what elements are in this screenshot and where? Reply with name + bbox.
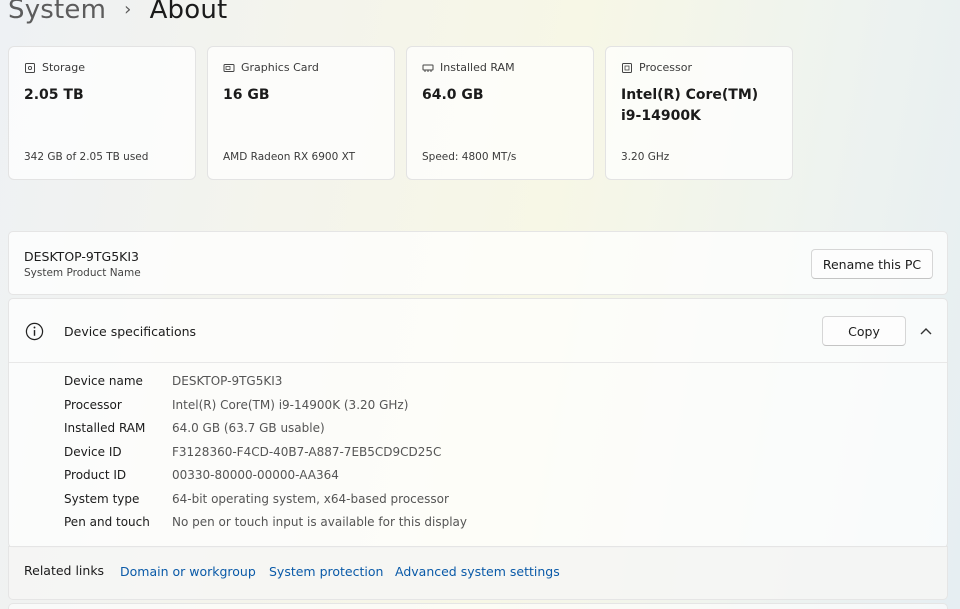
spec-key: Device ID [64, 445, 122, 459]
copy-button[interactable]: Copy [822, 316, 906, 346]
specs-title: Device specifications [64, 324, 197, 339]
next-panel-edge [8, 603, 948, 609]
spec-row: Device name DESKTOP-9TG5KI3 [64, 374, 282, 388]
spec-value: Intel(R) Core(TM) i9-14900K (3.20 GHz) [172, 398, 409, 412]
storage-value: 2.05 TB [24, 87, 84, 103]
processor-sub: 3.20 GHz [621, 151, 670, 163]
graphics-card-sub: AMD Radeon RX 6900 XT [223, 151, 356, 163]
spec-row: Product ID 00330-80000-00000-AA364 [64, 468, 339, 482]
device-specifications-panel: Device specifications Copy Device name D… [8, 298, 948, 548]
pc-subtitle: System Product Name [24, 267, 141, 279]
ram-icon [422, 64, 434, 72]
pc-name-panel: DESKTOP-9TG5KI3 System Product Name Rena… [8, 231, 948, 295]
storage-icon [25, 62, 35, 73]
chevron-up-icon[interactable] [919, 326, 933, 336]
spec-value: No pen or touch input is available for t… [172, 515, 468, 529]
domain-workgroup-link[interactable]: Domain or workgroup [120, 564, 256, 579]
spec-key: Processor [64, 398, 122, 412]
info-icon [25, 322, 44, 341]
spec-value: F3128360-F4CD-40B7-A887-7EB5CD9CD25C [172, 445, 442, 459]
spec-value: 64-bit operating system, x64-based proce… [172, 492, 449, 506]
advanced-system-settings-link[interactable]: Advanced system settings [395, 564, 560, 579]
spec-row: Installed RAM 64.0 GB (63.7 GB usable) [64, 421, 325, 435]
processor-icon [622, 62, 632, 73]
spec-key: Product ID [64, 468, 127, 482]
spec-key: Device name [64, 374, 143, 388]
storage-label: Storage [42, 61, 86, 74]
related-links-label: Related links [24, 563, 105, 578]
processor-value: Intel(R) Core(TM) i9-14900K [621, 85, 758, 127]
page-title: About [149, 0, 228, 25]
rename-pc-button[interactable]: Rename this PC [811, 249, 933, 279]
spec-row: Pen and touch No pen or touch input is a… [64, 515, 467, 529]
graphics-card-card[interactable]: Graphics Card 16 GB AMD Radeon RX 6900 X… [207, 46, 395, 180]
graphics-card-value: 16 GB [223, 87, 270, 103]
spec-key: Installed RAM [64, 421, 146, 435]
ram-card[interactable]: Installed RAM 64.0 GB Speed: 4800 MT/s [406, 46, 594, 180]
related-links-panel: Related links Domain or workgroup System… [8, 546, 948, 600]
spec-key: System type [64, 492, 140, 506]
pc-name: DESKTOP-9TG5KI3 [24, 249, 139, 264]
breadcrumb-parent[interactable]: System [8, 0, 106, 25]
spec-row: Processor Intel(R) Core(TM) i9-14900K (3… [64, 398, 408, 412]
ram-value: 64.0 GB [422, 87, 484, 103]
spec-value: DESKTOP-9TG5KI3 [172, 374, 283, 388]
ram-label: Installed RAM [440, 61, 515, 74]
spec-row: System type 64-bit operating system, x64… [64, 492, 449, 506]
processor-card[interactable]: Processor Intel(R) Core(TM) i9-14900K 3.… [605, 46, 793, 180]
chevron-right-icon: › [124, 0, 132, 20]
spec-key: Pen and touch [64, 515, 150, 529]
processor-value-line2: i9-14900K [621, 108, 701, 124]
spec-value: 00330-80000-00000-AA364 [172, 468, 339, 482]
processor-value-line1: Intel(R) Core(TM) [621, 87, 759, 103]
ram-sub: Speed: 4800 MT/s [422, 151, 517, 163]
graphics-card-label: Graphics Card [241, 61, 319, 74]
system-protection-link[interactable]: System protection [269, 564, 383, 579]
spec-value: 64.0 GB (63.7 GB usable) [172, 421, 325, 435]
spec-row: Device ID F3128360-F4CD-40B7-A887-7EB5CD… [64, 445, 441, 459]
storage-card[interactable]: Storage 2.05 TB 342 GB of 2.05 TB used [8, 46, 196, 180]
graphics-card-icon [223, 63, 235, 72]
breadcrumb: System › About [8, 0, 227, 30]
processor-label: Processor [639, 61, 692, 74]
storage-sub: 342 GB of 2.05 TB used [24, 151, 149, 163]
specs-header[interactable]: Device specifications Copy [9, 299, 947, 363]
